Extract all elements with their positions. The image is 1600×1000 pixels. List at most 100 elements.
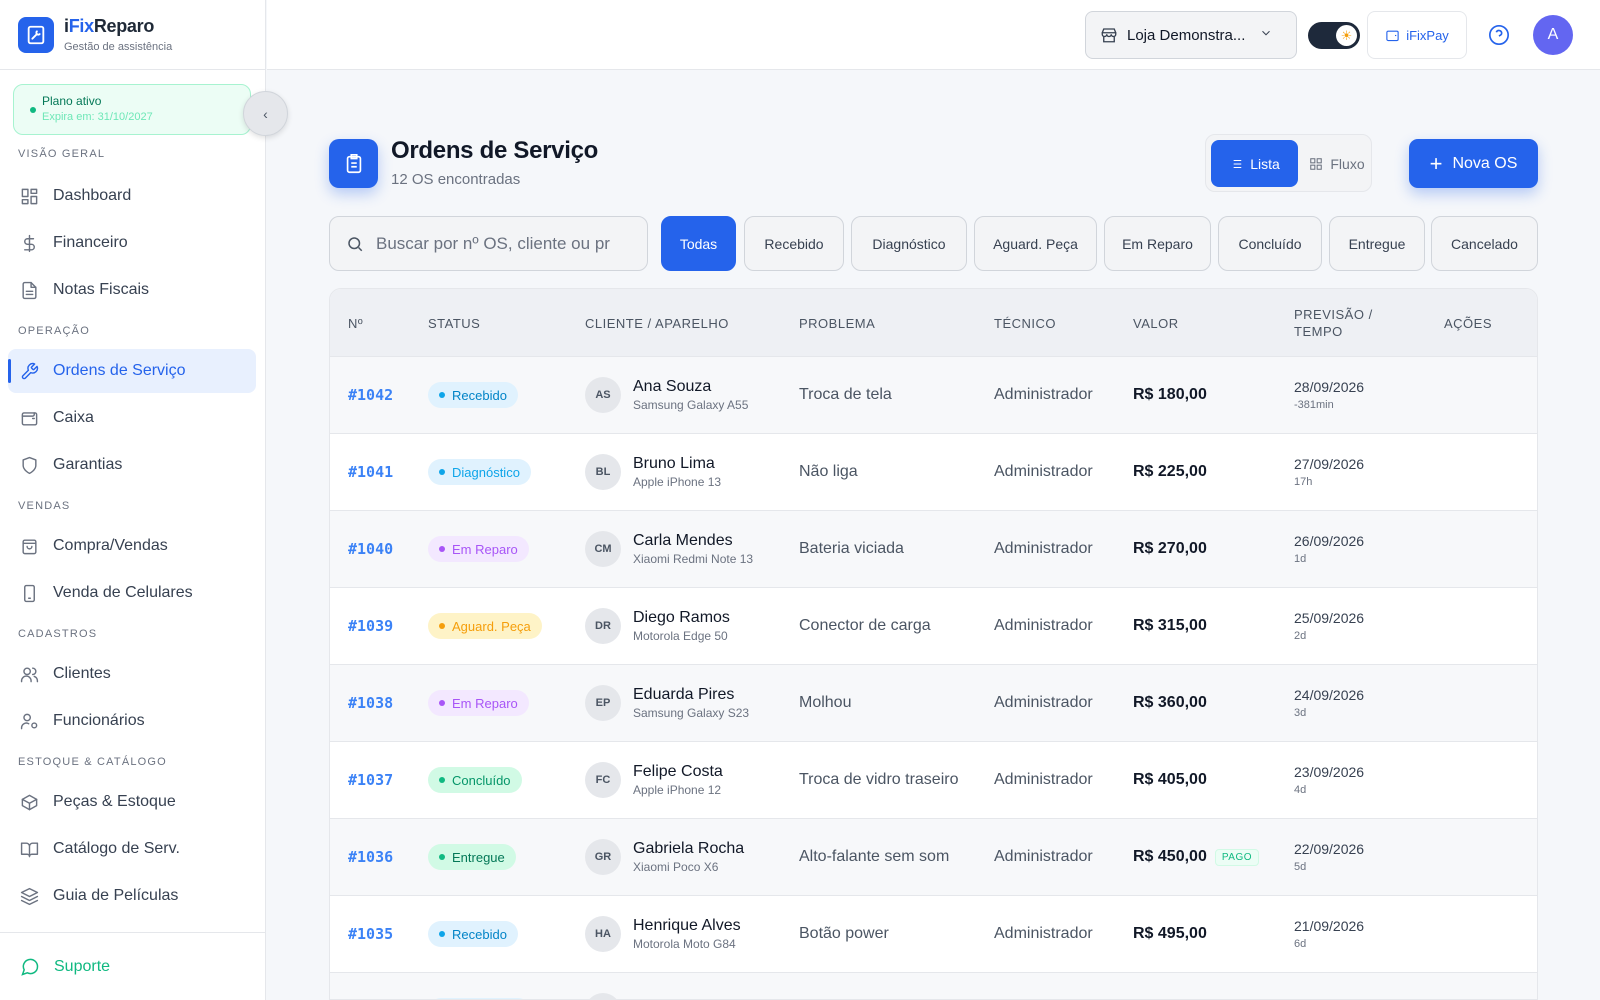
table-row[interactable]: #1034 Diagnóstico IMIsabela Martins 20/09/2… <box>330 973 1537 999</box>
client-name: Felipe Costa <box>633 763 723 780</box>
due-cell: 23/09/2026 4d <box>1294 742 1364 818</box>
sidebar-item-notas-fiscais[interactable]: Notas Fiscais <box>8 268 256 312</box>
os-number-cell: #1039 <box>348 588 393 664</box>
device-name: Samsung Galaxy S23 <box>633 706 750 720</box>
status-text: Diagnóstico <box>452 464 520 480</box>
due-date: 28/09/2026 <box>1294 379 1365 395</box>
theme-toggle[interactable]: ☀ <box>1308 22 1360 49</box>
table-row[interactable]: #1041 Diagnóstico BL Bruno Lima Apple iPhone… <box>330 434 1537 511</box>
due-date: 23/09/2026 <box>1294 764 1365 780</box>
client-cell: FC Felipe Costa Apple iPhone 12 <box>585 742 723 818</box>
paid-badge: PAGO <box>1214 848 1259 866</box>
value-amount: R$ 225,00 <box>1133 463 1207 480</box>
sidebar-item-label: Peças & Estoque <box>53 793 176 810</box>
new-os-label: Nova OS <box>1452 154 1518 172</box>
sidebar-collapse-button[interactable]: ‹ <box>243 91 288 136</box>
list-icon <box>1230 159 1242 168</box>
filter-chip[interactable]: Em Reparo <box>1104 216 1211 271</box>
sidebar-item-catalogo-de-servicos[interactable]: Catálogo de Serv. <box>8 827 256 871</box>
sidebar-item-venda-de-celulares[interactable]: Venda de Celulares <box>8 571 256 615</box>
support-button[interactable]: Suporte <box>0 932 266 1000</box>
status-text: Em Reparo <box>452 541 518 557</box>
table-row[interactable]: #1040 Em Reparo CM Carla Mendes Xiaomi Redmi… <box>330 511 1537 588</box>
problem-cell: Conector de carga <box>799 617 931 634</box>
sidebar-item-dashboard[interactable]: Dashboard <box>8 174 256 218</box>
sidebar-item-funcionarios[interactable]: Funcionários <box>8 699 256 743</box>
os-number-link[interactable]: #1035 <box>348 925 393 943</box>
due-date: 21/09/2026 <box>1294 918 1365 934</box>
status-cell: Recebido <box>428 896 518 972</box>
page-title: Ordens de Serviço <box>391 137 598 164</box>
due-date: 24/09/2026 <box>1294 687 1365 703</box>
table-row[interactable]: #1038 Em Reparo EP Eduarda Pires Samsung Gal… <box>330 665 1537 742</box>
sidebar-item-financeiro[interactable]: Financeiro <box>8 221 256 265</box>
app-root: iFixReparo Gestão de assistência Plano a… <box>0 0 1600 1000</box>
view-list-button[interactable]: Lista <box>1211 140 1298 187</box>
filter-chip[interactable]: Diagnóstico <box>851 216 967 271</box>
table-row[interactable]: #1042 Recebido AS Ana Souza Samsung Galaxy A… <box>330 357 1537 434</box>
sidebar-item-label: Garantias <box>53 456 123 473</box>
clipboard-list-icon <box>329 139 378 188</box>
filter-chip[interactable]: Cancelado <box>1431 216 1538 271</box>
problem-cell: Não liga <box>799 463 858 480</box>
dollar-icon <box>24 234 35 252</box>
col-header-due-line2: TEMPO <box>1294 324 1343 339</box>
search-icon <box>348 236 363 251</box>
sidebar-item-clientes[interactable]: Clientes <box>8 652 256 696</box>
value-cell: R$ 360,00 <box>1133 665 1207 741</box>
sidebar-item-guia-de-peliculas[interactable]: Guia de Películas <box>8 874 256 918</box>
col-header-actions: AÇÕES <box>1444 315 1493 331</box>
value-cell: R$ 405,00 <box>1133 742 1207 818</box>
client-cell: AS Ana Souza Samsung Galaxy A55 <box>585 357 748 433</box>
search-box <box>329 216 648 271</box>
table-row[interactable]: #1039 Aguard. Peça DR Diego Ramos Motorola E… <box>330 588 1537 665</box>
status-cell: Em Reparo <box>428 665 529 741</box>
status-badge: Recebido <box>428 382 518 408</box>
col-header-problem: PROBLEMA <box>799 315 876 331</box>
due-cell: 20/09/2026 <box>1294 973 1364 999</box>
client-cell: EP Eduarda Pires Samsung Galaxy S23 <box>585 665 749 741</box>
os-number-link[interactable]: #1042 <box>348 386 393 404</box>
sidebar-item-ordens-de-servico[interactable]: Ordens de Serviço <box>8 349 256 393</box>
technician-cell: Administrador <box>994 771 1093 788</box>
client-initials-avatar: GR <box>585 839 621 875</box>
technician-cell: Administrador <box>994 694 1093 711</box>
sidebar-item-caixa[interactable]: Caixa <box>8 396 256 440</box>
filter-chip[interactable]: Aguard. Peça <box>974 216 1097 271</box>
os-number-link[interactable]: #1040 <box>348 540 393 558</box>
brand-name: iFixReparo <box>64 16 155 36</box>
os-number-link[interactable]: #1037 <box>348 771 393 789</box>
sidebar-item-pecas-estoque[interactable]: Peças & Estoque <box>8 780 256 824</box>
os-number-link[interactable]: #1041 <box>348 463 393 481</box>
sidebar-item-label: Dashboard <box>53 187 132 204</box>
os-number-link[interactable]: #1038 <box>348 694 393 712</box>
ifixpay-button[interactable]: iFixPay <box>1367 11 1467 59</box>
filter-chip[interactable]: Entregue <box>1329 216 1425 271</box>
os-number-cell: #1042 <box>348 357 393 433</box>
client-initials-avatar: BL <box>585 454 621 490</box>
sidebar-item-garantias[interactable]: Garantias <box>8 443 256 487</box>
filter-chip[interactable]: Todas <box>661 216 736 271</box>
wrench-icon <box>21 362 39 379</box>
brand-subtitle: Gestão de assistência <box>64 41 173 53</box>
value-amount: R$ 270,00 <box>1133 540 1207 557</box>
filter-chip[interactable]: Concluído <box>1218 216 1322 271</box>
table-row[interactable]: #1037 Concluído FC Felipe Costa Apple iPhone… <box>330 742 1537 819</box>
new-os-button[interactable]: + Nova OS <box>1409 139 1538 188</box>
help-button[interactable] <box>1488 24 1510 46</box>
filter-chip[interactable]: Recebido <box>744 216 844 271</box>
table-row[interactable]: #1035 Recebido HA Henrique Alves Motorola Mo… <box>330 896 1537 973</box>
sidebar-item-compra-vendas[interactable]: Compra/Vendas <box>8 524 256 568</box>
sidebar-item-label: Funcionários <box>53 712 145 729</box>
search-input[interactable] <box>376 233 636 254</box>
os-number-link[interactable]: #1039 <box>348 617 393 635</box>
elapsed-time: 17h <box>1294 476 1313 488</box>
problem-cell: Troca de vidro traseiro <box>799 771 959 788</box>
store-selector[interactable]: Loja Demonstra... <box>1085 11 1297 59</box>
table-row[interactable]: #1036 Entregue GR Gabriela Rocha Xiaomi Poco… <box>330 819 1537 896</box>
user-avatar[interactable]: A <box>1533 15 1573 55</box>
wallet-icon <box>1386 30 1399 41</box>
os-number-link[interactable]: #1036 <box>348 848 393 866</box>
technician-cell: Administrador <box>994 540 1093 557</box>
view-flow-button[interactable]: Fluxo <box>1306 140 1368 187</box>
